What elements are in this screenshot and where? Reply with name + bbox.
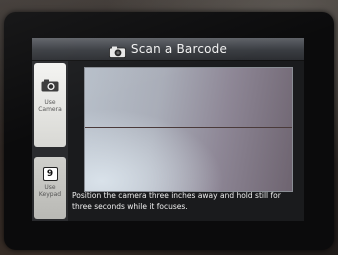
use-camera-button[interactable]: Use Camera	[34, 63, 66, 147]
phone-screen: Scan a Barcode Use Camera 9 Use Keypad P…	[32, 38, 304, 221]
use-keypad-label: Use Keypad	[38, 184, 62, 198]
mode-sidebar: Use Camera 9 Use Keypad	[32, 61, 68, 221]
use-keypad-button[interactable]: 9 Use Keypad	[34, 157, 66, 219]
keypad-icon: 9	[42, 167, 58, 181]
title-bar: Scan a Barcode	[32, 38, 304, 61]
camera-icon	[109, 43, 126, 58]
instruction-text: Position the camera three inches away an…	[72, 191, 281, 211]
camera-viewfinder	[84, 67, 293, 192]
use-camera-label: Use Camera	[38, 99, 62, 113]
page-title: Scan a Barcode	[130, 42, 228, 56]
camera-icon	[41, 77, 59, 96]
scan-line	[85, 127, 292, 128]
